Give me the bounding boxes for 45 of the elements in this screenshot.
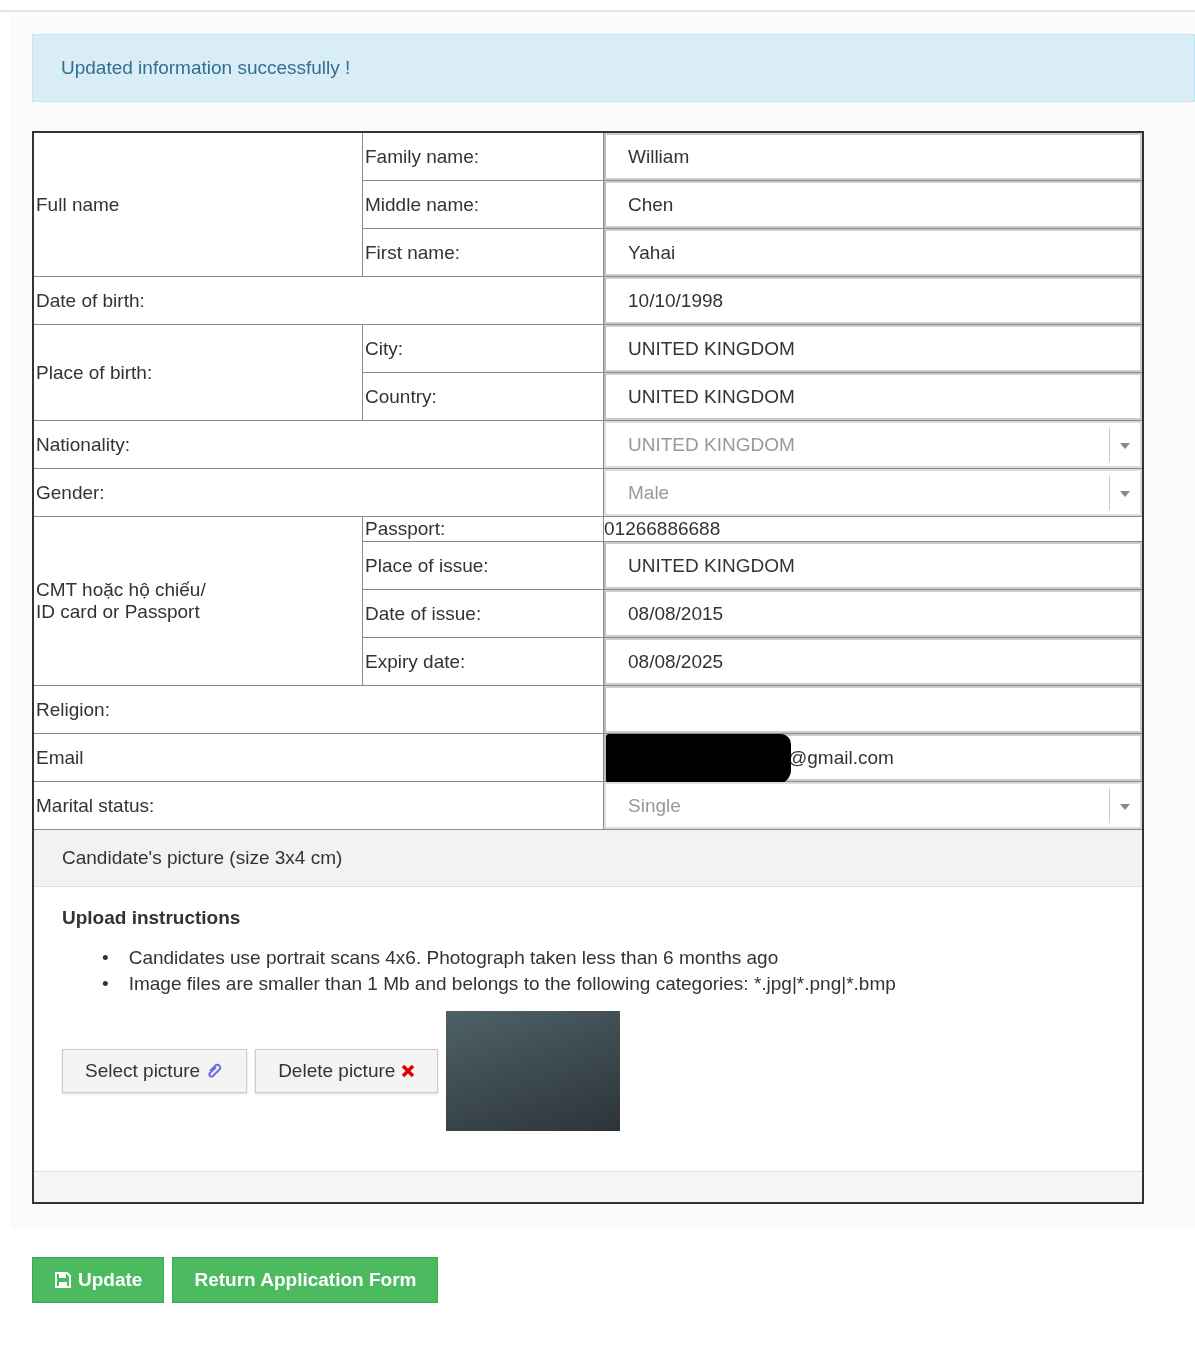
- input-field[interactable]: UNITED KINGDOM: [604, 542, 1142, 589]
- instructions-title: Upload instructions: [62, 907, 242, 929]
- bullet: •: [102, 946, 109, 970]
- row-label: Religion:: [33, 685, 604, 734]
- row-label: Date of birth:: [33, 276, 604, 325]
- input-field[interactable]: William: [604, 133, 1142, 180]
- panel-heading: Candidate's picture (size 3x4 cm): [34, 830, 1142, 887]
- select-picture-button[interactable]: Select picture: [62, 1049, 248, 1093]
- input-field[interactable]: 08/08/2025: [604, 638, 1142, 685]
- field-label: Place of issue:: [362, 541, 604, 590]
- field-label: Passport:: [362, 516, 604, 542]
- input-field[interactable]: 08/08/2015: [604, 590, 1142, 637]
- row-label: Place of birth:: [33, 324, 363, 421]
- input-field[interactable]: UNITED KINGDOM: [604, 373, 1142, 420]
- input-field[interactable]: [604, 686, 1142, 733]
- save-icon: [54, 1271, 72, 1289]
- field-label: City:: [362, 324, 604, 373]
- instruction-item: Candidates use portrait scans 4x6. Photograph taken less than 6 months ago: [128, 946, 779, 970]
- input-field[interactable]: 10/10/1998: [604, 277, 1142, 324]
- row-label: Full name: [33, 132, 363, 277]
- input-field[interactable]: @gmail.com: [604, 734, 1142, 781]
- field-value: @gmail.com: [788, 746, 894, 769]
- field-value: 01266886688: [604, 518, 721, 539]
- delete-picture-button[interactable]: Delete picture: [255, 1049, 439, 1093]
- input-field[interactable]: Chen: [604, 181, 1142, 228]
- row-label: Email: [33, 733, 604, 782]
- row-label: Gender:: [33, 468, 604, 517]
- field-label: Date of issue:: [362, 589, 604, 638]
- row-label: Marital status:: [33, 781, 604, 830]
- caret-icon: [1120, 804, 1130, 810]
- caret-icon: [1120, 491, 1130, 497]
- row-label: CMT hoặc hộ chiếu/ ID card or Passport: [33, 516, 363, 686]
- caret-icon: [1120, 443, 1130, 449]
- field-label: First name:: [362, 228, 604, 277]
- row-label: Nationality:: [33, 420, 604, 469]
- bullet: •: [102, 972, 109, 996]
- input-field[interactable]: Yahai: [604, 229, 1142, 276]
- field-label: Expiry date:: [362, 637, 604, 686]
- success-alert: Updated information successfully !: [32, 34, 1195, 102]
- field-label: Family name:: [362, 132, 604, 181]
- field-label: Middle name:: [362, 180, 604, 229]
- field-label: Country:: [362, 372, 604, 421]
- input-field[interactable]: UNITED KINGDOM: [604, 325, 1142, 372]
- close-icon: [401, 1064, 416, 1078]
- instruction-item: Image files are smaller than 1 Mb and belongs to the following categories: *.jpg|*.png|*.bmp: [128, 972, 896, 996]
